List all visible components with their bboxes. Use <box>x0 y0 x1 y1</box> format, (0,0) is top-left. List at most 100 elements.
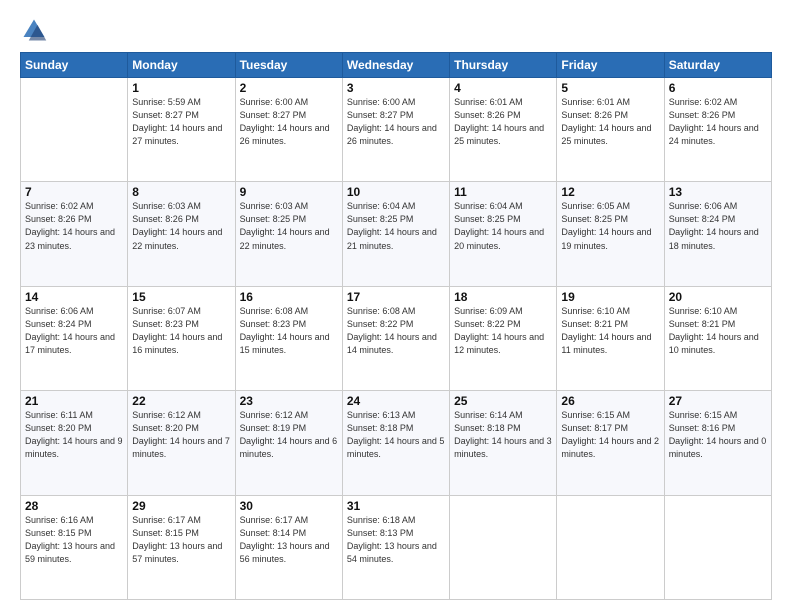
calendar-cell: 25Sunrise: 6:14 AMSunset: 8:18 PMDayligh… <box>450 391 557 495</box>
calendar-cell <box>664 495 771 599</box>
day-info: Sunrise: 6:07 AMSunset: 8:23 PMDaylight:… <box>132 305 230 357</box>
day-number: 23 <box>240 394 338 408</box>
header <box>20 16 772 44</box>
calendar-cell: 6Sunrise: 6:02 AMSunset: 8:26 PMDaylight… <box>664 78 771 182</box>
day-info: Sunrise: 6:08 AMSunset: 8:22 PMDaylight:… <box>347 305 445 357</box>
day-info: Sunrise: 6:03 AMSunset: 8:26 PMDaylight:… <box>132 200 230 252</box>
calendar-header-saturday: Saturday <box>664 53 771 78</box>
logo-icon <box>20 16 48 44</box>
calendar-cell: 19Sunrise: 6:10 AMSunset: 8:21 PMDayligh… <box>557 286 664 390</box>
calendar-cell: 26Sunrise: 6:15 AMSunset: 8:17 PMDayligh… <box>557 391 664 495</box>
day-info: Sunrise: 6:11 AMSunset: 8:20 PMDaylight:… <box>25 409 123 461</box>
day-info: Sunrise: 6:10 AMSunset: 8:21 PMDaylight:… <box>561 305 659 357</box>
day-number: 26 <box>561 394 659 408</box>
calendar-cell: 9Sunrise: 6:03 AMSunset: 8:25 PMDaylight… <box>235 182 342 286</box>
day-info: Sunrise: 6:01 AMSunset: 8:26 PMDaylight:… <box>561 96 659 148</box>
day-info: Sunrise: 6:06 AMSunset: 8:24 PMDaylight:… <box>669 200 767 252</box>
calendar-cell: 20Sunrise: 6:10 AMSunset: 8:21 PMDayligh… <box>664 286 771 390</box>
day-number: 20 <box>669 290 767 304</box>
logo <box>20 16 52 44</box>
day-number: 7 <box>25 185 123 199</box>
calendar-header-monday: Monday <box>128 53 235 78</box>
day-number: 13 <box>669 185 767 199</box>
day-number: 5 <box>561 81 659 95</box>
day-info: Sunrise: 6:08 AMSunset: 8:23 PMDaylight:… <box>240 305 338 357</box>
page: SundayMondayTuesdayWednesdayThursdayFrid… <box>0 0 792 612</box>
calendar-cell: 28Sunrise: 6:16 AMSunset: 8:15 PMDayligh… <box>21 495 128 599</box>
calendar-week-4: 21Sunrise: 6:11 AMSunset: 8:20 PMDayligh… <box>21 391 772 495</box>
day-number: 8 <box>132 185 230 199</box>
day-number: 27 <box>669 394 767 408</box>
calendar-cell: 17Sunrise: 6:08 AMSunset: 8:22 PMDayligh… <box>342 286 449 390</box>
day-info: Sunrise: 6:17 AMSunset: 8:14 PMDaylight:… <box>240 514 338 566</box>
day-number: 11 <box>454 185 552 199</box>
day-number: 21 <box>25 394 123 408</box>
calendar-table: SundayMondayTuesdayWednesdayThursdayFrid… <box>20 52 772 600</box>
calendar-cell <box>450 495 557 599</box>
calendar-cell: 4Sunrise: 6:01 AMSunset: 8:26 PMDaylight… <box>450 78 557 182</box>
day-info: Sunrise: 6:14 AMSunset: 8:18 PMDaylight:… <box>454 409 552 461</box>
calendar-cell: 15Sunrise: 6:07 AMSunset: 8:23 PMDayligh… <box>128 286 235 390</box>
day-info: Sunrise: 6:03 AMSunset: 8:25 PMDaylight:… <box>240 200 338 252</box>
day-info: Sunrise: 6:10 AMSunset: 8:21 PMDaylight:… <box>669 305 767 357</box>
day-number: 9 <box>240 185 338 199</box>
day-number: 22 <box>132 394 230 408</box>
calendar-cell: 13Sunrise: 6:06 AMSunset: 8:24 PMDayligh… <box>664 182 771 286</box>
day-number: 6 <box>669 81 767 95</box>
calendar-cell: 11Sunrise: 6:04 AMSunset: 8:25 PMDayligh… <box>450 182 557 286</box>
day-number: 17 <box>347 290 445 304</box>
calendar-cell: 5Sunrise: 6:01 AMSunset: 8:26 PMDaylight… <box>557 78 664 182</box>
day-number: 10 <box>347 185 445 199</box>
calendar-week-2: 7Sunrise: 6:02 AMSunset: 8:26 PMDaylight… <box>21 182 772 286</box>
day-info: Sunrise: 6:00 AMSunset: 8:27 PMDaylight:… <box>347 96 445 148</box>
day-number: 16 <box>240 290 338 304</box>
day-info: Sunrise: 6:05 AMSunset: 8:25 PMDaylight:… <box>561 200 659 252</box>
day-number: 19 <box>561 290 659 304</box>
day-number: 28 <box>25 499 123 513</box>
day-info: Sunrise: 6:12 AMSunset: 8:20 PMDaylight:… <box>132 409 230 461</box>
day-info: Sunrise: 6:13 AMSunset: 8:18 PMDaylight:… <box>347 409 445 461</box>
day-number: 30 <box>240 499 338 513</box>
day-number: 29 <box>132 499 230 513</box>
calendar-header-row: SundayMondayTuesdayWednesdayThursdayFrid… <box>21 53 772 78</box>
day-number: 12 <box>561 185 659 199</box>
calendar-cell: 1Sunrise: 5:59 AMSunset: 8:27 PMDaylight… <box>128 78 235 182</box>
day-info: Sunrise: 6:06 AMSunset: 8:24 PMDaylight:… <box>25 305 123 357</box>
day-info: Sunrise: 6:02 AMSunset: 8:26 PMDaylight:… <box>669 96 767 148</box>
calendar-cell: 31Sunrise: 6:18 AMSunset: 8:13 PMDayligh… <box>342 495 449 599</box>
day-number: 1 <box>132 81 230 95</box>
calendar-cell <box>21 78 128 182</box>
calendar-cell: 29Sunrise: 6:17 AMSunset: 8:15 PMDayligh… <box>128 495 235 599</box>
day-info: Sunrise: 6:01 AMSunset: 8:26 PMDaylight:… <box>454 96 552 148</box>
day-number: 3 <box>347 81 445 95</box>
calendar-cell: 24Sunrise: 6:13 AMSunset: 8:18 PMDayligh… <box>342 391 449 495</box>
calendar-header-tuesday: Tuesday <box>235 53 342 78</box>
day-info: Sunrise: 5:59 AMSunset: 8:27 PMDaylight:… <box>132 96 230 148</box>
day-info: Sunrise: 6:04 AMSunset: 8:25 PMDaylight:… <box>347 200 445 252</box>
day-number: 25 <box>454 394 552 408</box>
calendar-cell: 14Sunrise: 6:06 AMSunset: 8:24 PMDayligh… <box>21 286 128 390</box>
calendar-cell: 22Sunrise: 6:12 AMSunset: 8:20 PMDayligh… <box>128 391 235 495</box>
calendar-cell: 18Sunrise: 6:09 AMSunset: 8:22 PMDayligh… <box>450 286 557 390</box>
calendar-week-1: 1Sunrise: 5:59 AMSunset: 8:27 PMDaylight… <box>21 78 772 182</box>
calendar-cell: 27Sunrise: 6:15 AMSunset: 8:16 PMDayligh… <box>664 391 771 495</box>
day-number: 18 <box>454 290 552 304</box>
day-info: Sunrise: 6:17 AMSunset: 8:15 PMDaylight:… <box>132 514 230 566</box>
calendar-cell: 8Sunrise: 6:03 AMSunset: 8:26 PMDaylight… <box>128 182 235 286</box>
calendar-cell: 23Sunrise: 6:12 AMSunset: 8:19 PMDayligh… <box>235 391 342 495</box>
calendar-cell: 7Sunrise: 6:02 AMSunset: 8:26 PMDaylight… <box>21 182 128 286</box>
day-info: Sunrise: 6:02 AMSunset: 8:26 PMDaylight:… <box>25 200 123 252</box>
day-number: 4 <box>454 81 552 95</box>
day-number: 14 <box>25 290 123 304</box>
day-info: Sunrise: 6:09 AMSunset: 8:22 PMDaylight:… <box>454 305 552 357</box>
day-number: 31 <box>347 499 445 513</box>
day-info: Sunrise: 6:04 AMSunset: 8:25 PMDaylight:… <box>454 200 552 252</box>
day-info: Sunrise: 6:15 AMSunset: 8:17 PMDaylight:… <box>561 409 659 461</box>
calendar-cell: 2Sunrise: 6:00 AMSunset: 8:27 PMDaylight… <box>235 78 342 182</box>
calendar-cell <box>557 495 664 599</box>
day-number: 24 <box>347 394 445 408</box>
day-info: Sunrise: 6:18 AMSunset: 8:13 PMDaylight:… <box>347 514 445 566</box>
calendar-cell: 16Sunrise: 6:08 AMSunset: 8:23 PMDayligh… <box>235 286 342 390</box>
day-info: Sunrise: 6:15 AMSunset: 8:16 PMDaylight:… <box>669 409 767 461</box>
calendar-cell: 30Sunrise: 6:17 AMSunset: 8:14 PMDayligh… <box>235 495 342 599</box>
